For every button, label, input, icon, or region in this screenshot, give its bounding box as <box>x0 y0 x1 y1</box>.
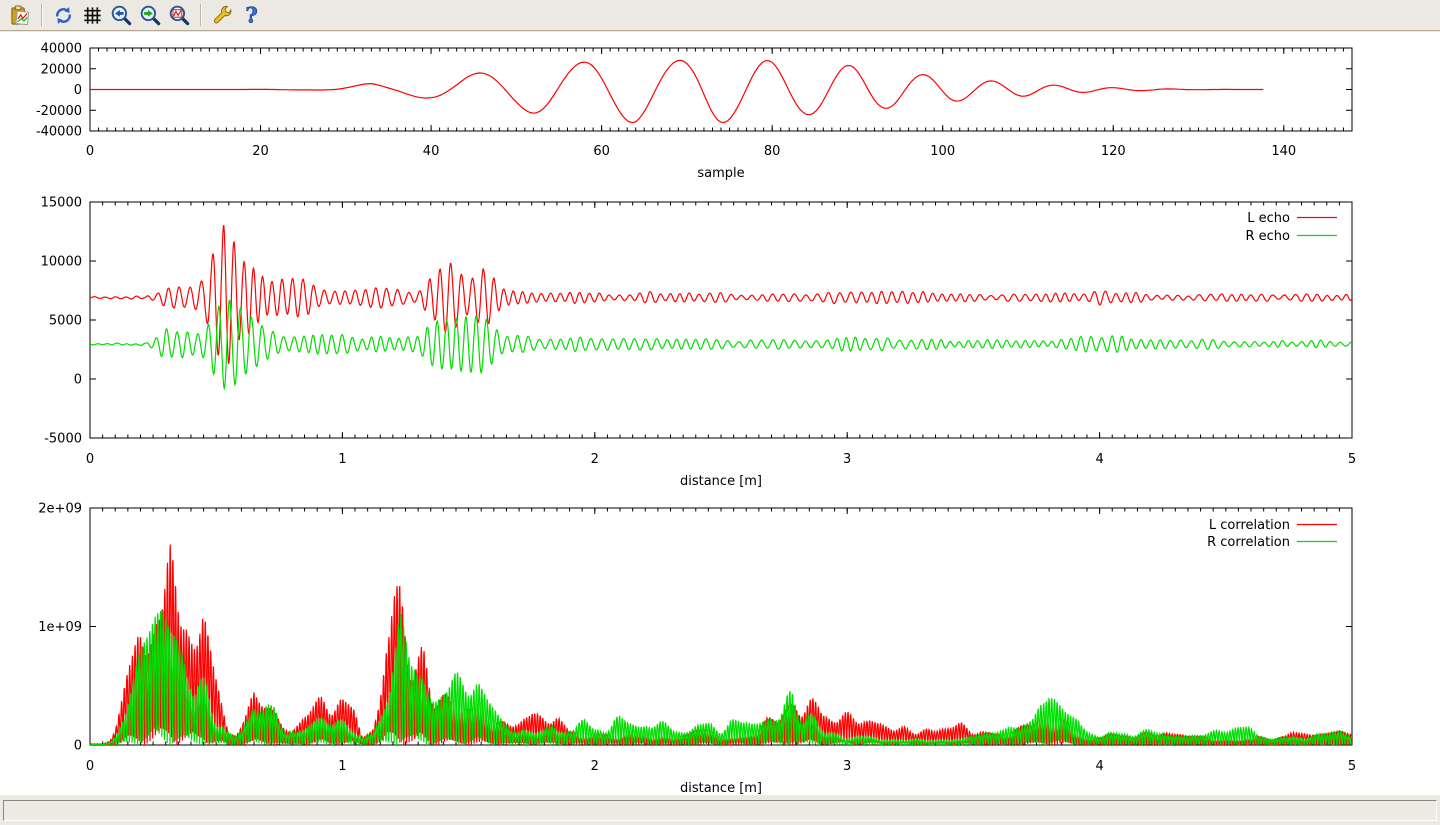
x-tick-label: 1 <box>338 759 346 774</box>
x-tick-label: 1 <box>338 452 346 467</box>
x-tick-label: 0 <box>86 144 94 159</box>
xlabel-correlation: distance [m] <box>680 781 762 795</box>
zoom-next-button[interactable] <box>136 2 165 29</box>
x-tick-label: 60 <box>593 144 610 159</box>
series-l-correlation <box>90 545 1352 746</box>
legend-label-l-correlation: L correlation <box>1209 518 1290 533</box>
y-tick-label: -5000 <box>44 432 82 447</box>
legend-label-l-echo: L echo <box>1247 211 1290 226</box>
x-tick-label: 4 <box>1095 452 1103 467</box>
clipboard-chart-icon <box>9 4 32 27</box>
xlabel-echo: distance [m] <box>680 474 762 489</box>
toggle-grid-button[interactable] <box>78 2 107 29</box>
status-field <box>3 800 1437 821</box>
x-tick-label: 0 <box>86 759 94 774</box>
toolbar: ? <box>0 0 1440 31</box>
status-bar <box>0 795 1440 825</box>
plot-correlation: 0 1 2 3 4 5 0 1e+09 2e+09 <box>38 502 1356 775</box>
zoom-previous-button[interactable] <box>107 2 136 29</box>
x-tick-label: 140 <box>1271 144 1296 159</box>
x-tick-label: 100 <box>930 144 955 159</box>
x-tick-label: 5 <box>1348 759 1356 774</box>
plot-echo: 0 1 2 3 4 5 -5000 0 5000 10000 15000 <box>41 196 1357 468</box>
x-tick-label: 80 <box>764 144 781 159</box>
zoom-autoscale-button[interactable] <box>165 2 194 29</box>
zoom-next-icon <box>139 4 162 27</box>
y-tick-label: 5000 <box>49 314 82 329</box>
plot-canvas[interactable]: sample distance [m] distance [m] L echo … <box>0 32 1440 795</box>
series-signal <box>90 60 1263 122</box>
x-tick-label: 120 <box>1101 144 1126 159</box>
x-tick-label: 2 <box>591 759 599 774</box>
series-r-echo <box>90 301 1352 389</box>
y-tick-label: -40000 <box>36 125 82 140</box>
legend-label-r-correlation: R correlation <box>1207 535 1290 550</box>
legend-echo: L echo R echo <box>1245 211 1337 244</box>
y-tick-label: 0 <box>74 373 82 388</box>
y-tick-label: 1e+09 <box>38 620 82 635</box>
help-button[interactable]: ? <box>237 2 266 29</box>
y-tick-label: 15000 <box>41 196 82 211</box>
x-tick-label: 20 <box>252 144 269 159</box>
x-tick-label: 2 <box>591 452 599 467</box>
configure-button[interactable] <box>208 2 237 29</box>
y-tick-label: 40000 <box>41 42 82 57</box>
copy-to-clipboard-button[interactable] <box>6 2 35 29</box>
plot-area[interactable]: sample distance [m] distance [m] L echo … <box>0 32 1440 795</box>
y-tick-label: 20000 <box>41 62 82 77</box>
y-tick-label: 0 <box>74 83 82 98</box>
svg-text:?: ? <box>245 4 257 27</box>
y-tick-label: 2e+09 <box>38 502 82 517</box>
y-tick-label: 0 <box>74 739 82 754</box>
zoom-previous-icon <box>110 4 133 27</box>
y-tick-label: 10000 <box>41 255 82 270</box>
plot-waveform: 0 20 40 60 80 100 120 140 -40000 -20000 0 20000 4000… <box>36 42 1352 160</box>
y-tick-label: -20000 <box>36 104 82 119</box>
x-tick-label: 40 <box>423 144 440 159</box>
series-r-correlation <box>90 611 1352 746</box>
refresh-icon <box>52 4 75 27</box>
toolbar-separator <box>200 4 202 26</box>
x-tick-label: 3 <box>843 759 851 774</box>
toolbar-separator <box>41 4 43 26</box>
wrench-icon <box>211 4 234 27</box>
x-tick-label: 3 <box>843 452 851 467</box>
grid-icon <box>81 4 104 27</box>
x-tick-label: 0 <box>86 452 94 467</box>
legend-label-r-echo: R echo <box>1245 229 1290 244</box>
xlabel-waveform: sample <box>697 166 744 181</box>
zoom-autoscale-icon <box>168 4 191 27</box>
legend-correlation: L correlation R correlation <box>1207 518 1337 550</box>
x-tick-label: 5 <box>1348 452 1356 467</box>
x-tick-label: 4 <box>1095 759 1103 774</box>
question-mark-icon: ? <box>240 4 263 27</box>
replot-button[interactable] <box>49 2 78 29</box>
